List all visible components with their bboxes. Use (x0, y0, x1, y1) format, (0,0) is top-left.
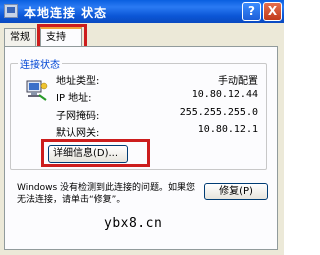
window-title: 本地连接 状态 (24, 6, 108, 20)
group-label: 连接状态 (18, 56, 62, 71)
tab-general[interactable]: 常规 (4, 28, 36, 46)
close-button[interactable]: X (263, 2, 282, 21)
status-message: Windows 没有检测到此连接的问题。如果您无法连接，请单击“修复”。 (17, 183, 196, 205)
subnet-mask-value: 255.255.255.0 (179, 107, 258, 118)
ip-address-label: IP 地址: (56, 93, 92, 104)
default-gateway-value: 10.80.12.1 (197, 124, 258, 135)
title-bar: 本地连接 状态 ? X (0, 0, 284, 23)
ip-address-value: 10.80.12.44 (191, 89, 258, 100)
address-type-label: 地址类型: (56, 76, 100, 87)
address-type-value: 手动配置 (218, 76, 258, 87)
repair-button[interactable]: 修复(P) (204, 183, 268, 200)
default-gateway-label: 默认网关: (56, 128, 100, 139)
watermark-text: ybx8.cn (104, 216, 163, 231)
network-connection-icon (4, 4, 18, 18)
details-button-highlight (41, 139, 150, 167)
subnet-mask-label: 子网掩码: (56, 111, 100, 122)
help-button[interactable]: ? (242, 2, 261, 21)
network-status-icon (26, 80, 48, 101)
